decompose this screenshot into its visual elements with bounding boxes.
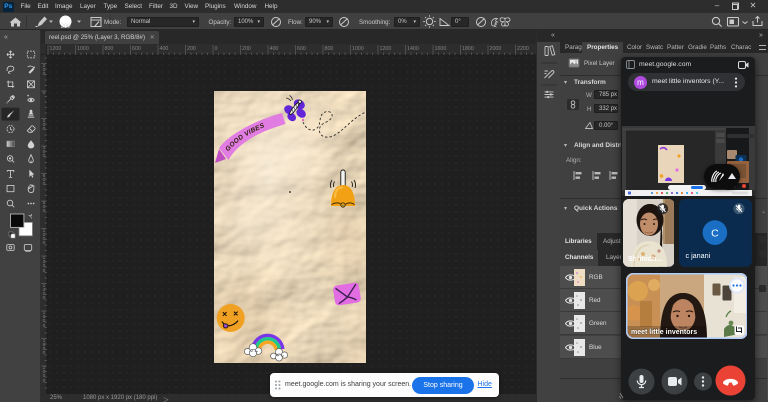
svg-text:«: «	[4, 34, 8, 41]
svg-text:c janani: c janani	[685, 251, 710, 260]
svg-text:meet little inventors: meet little inventors	[631, 329, 697, 336]
svg-text:C: C	[711, 229, 719, 240]
svg-text:Shrinidh...: Shrinidh...	[628, 256, 662, 263]
